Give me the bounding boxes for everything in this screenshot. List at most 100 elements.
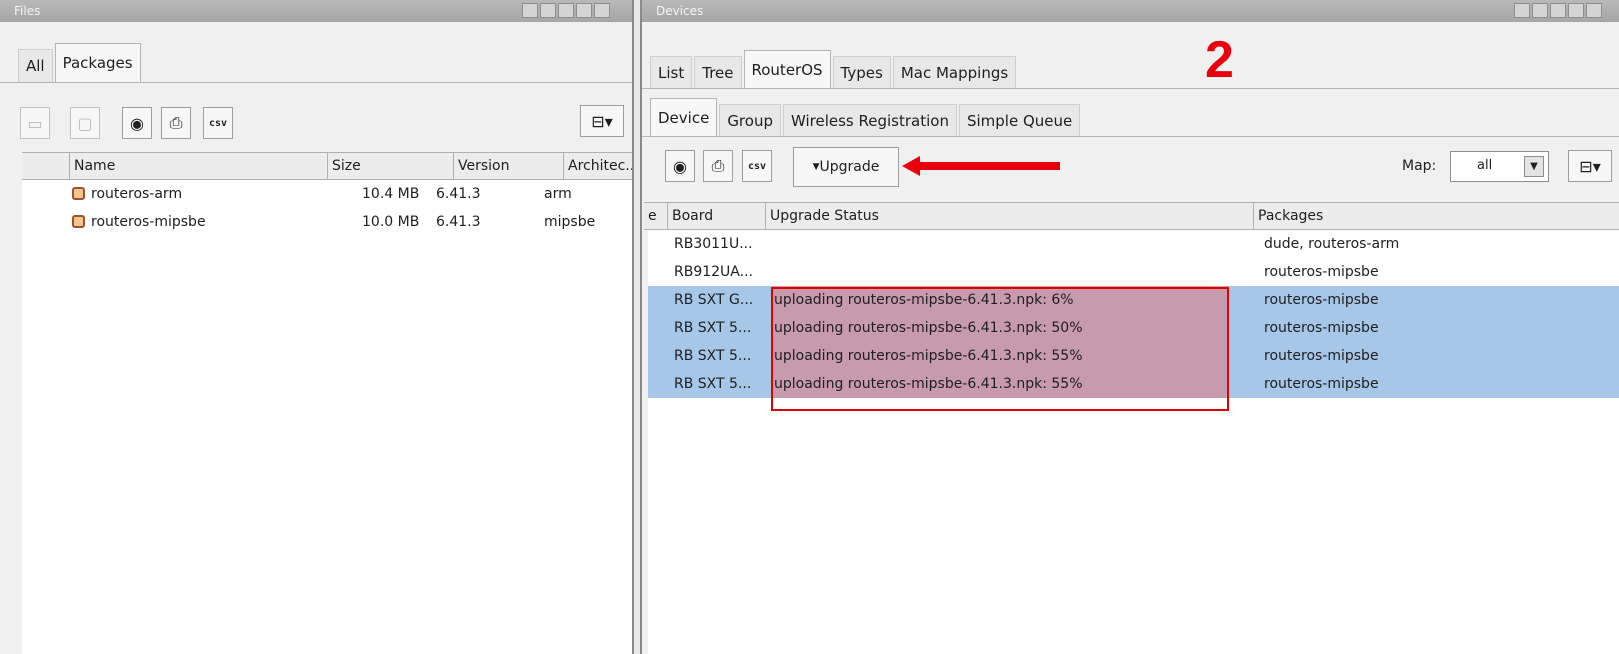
tile-icon[interactable] [1532,3,1548,18]
columns-menu-button[interactable]: ⊟▾ [1568,150,1612,182]
devices-subtabs: Device Group Wireless Registration Simpl… [650,98,1082,137]
map-label: Map: [1402,158,1437,174]
device-board: RB SXT 5... [674,376,752,392]
package-name: routeros-mipsbe [91,214,206,230]
column-header-size[interactable]: Size [328,153,454,179]
column-header-name[interactable]: Name [70,153,328,179]
csv-export-button[interactable]: csv [203,107,233,139]
files-titlebar[interactable]: Files [0,0,632,22]
files-panel: Files All Packages ▭ ▢ ◉ ⎙ csv ⊟▾ Name S… [0,0,634,654]
tab-all[interactable]: All [18,49,53,82]
minimize-icon[interactable] [576,3,592,18]
package-name: routeros-arm [91,186,183,202]
device-packages: routeros-mipsbe [1264,348,1379,364]
icon-column-header[interactable] [22,153,70,179]
package-arch: mipsbe [544,214,596,230]
files-tab-divider [0,82,632,83]
maximize-icon[interactable] [558,3,574,18]
device-packages: routeros-mipsbe [1264,264,1379,280]
find-button[interactable]: ◉ [665,150,695,182]
csv-label: csv [208,117,228,129]
find-button[interactable]: ◉ [122,107,152,139]
device-board: RB912UA... [674,264,753,280]
column-header-type[interactable]: e [644,203,668,229]
close-icon[interactable] [1586,3,1602,18]
package-size: 10.0 MB [362,214,420,230]
package-size: 10.4 MB [362,186,420,202]
package-icon [72,215,85,228]
devices-table-header: e Board Upgrade Status Packages [644,202,1619,230]
minus-icon: ▭ [27,113,43,133]
printer-icon: ⎙ [711,156,725,175]
print-button[interactable]: ⎙ [161,107,191,139]
map-select[interactable]: all ▼ [1450,151,1549,182]
table-row[interactable]: RB912UA... routeros-mipsbe [648,258,1619,286]
upgrade-label: Upgrade [819,159,880,175]
package-arch: arm [544,186,572,202]
restore-icon[interactable] [1514,3,1530,18]
print-button[interactable]: ⎙ [703,150,733,182]
column-header-packages[interactable]: Packages [1254,203,1619,229]
tile-icon[interactable] [540,3,556,18]
column-header-upgrade-status[interactable]: Upgrade Status [766,203,1254,229]
column-header-version[interactable]: Version [454,153,564,179]
files-table-header: Name Size Version Architec... [22,152,632,180]
dropdown-caret-icon: ▼ [812,162,820,172]
restore-icon[interactable] [522,3,538,18]
annotation-arrow-icon [902,156,1060,176]
tab-tree[interactable]: Tree [694,56,742,89]
columns-icon: ⊟▾ [591,111,613,131]
device-packages: routeros-mipsbe [1264,376,1379,392]
devices-subtab-divider [642,136,1619,137]
binoculars-icon: ◉ [673,156,687,176]
upgrade-button[interactable]: ▼Upgrade [793,147,899,187]
printer-icon: ⎙ [169,113,183,132]
subtab-wireless-registration[interactable]: Wireless Registration [782,104,957,137]
package-version: 6.41.3 [436,186,481,202]
devices-tabs: List Tree RouterOS Types Mac Mappings [650,50,1018,89]
tab-list[interactable]: List [650,56,693,89]
minimize-icon[interactable] [1568,3,1584,18]
map-select-value: all [1477,158,1493,173]
subtab-device[interactable]: Device [650,98,718,137]
device-packages: dude, routeros-arm [1264,236,1400,252]
devices-tab-divider [642,88,1619,89]
tab-types[interactable]: Types [832,56,891,89]
annotation-step-number: 2 [1205,31,1234,89]
device-board: RB3011U... [674,236,753,252]
device-board: RB SXT 5... [674,348,752,364]
table-row[interactable]: RB3011U... dude, routeros-arm [648,230,1619,258]
devices-title: Devices [656,4,704,18]
device-board: RB SXT G... [674,292,754,308]
devices-window-controls [1514,3,1602,18]
column-header-architecture[interactable]: Architec... [564,153,632,179]
note-icon: ▢ [77,113,93,133]
tab-routeros[interactable]: RouterOS [743,50,831,89]
device-packages: routeros-mipsbe [1264,320,1379,336]
files-title: Files [14,4,41,18]
device-packages: routeros-mipsbe [1264,292,1379,308]
maximize-icon[interactable] [1550,3,1566,18]
package-icon [72,187,85,200]
package-version: 6.41.3 [436,214,481,230]
column-header-board[interactable]: Board [668,203,766,229]
binoculars-icon: ◉ [130,113,144,133]
device-board: RB SXT 5... [674,320,752,336]
files-window-controls [522,3,610,18]
devices-titlebar[interactable]: Devices [642,0,1619,22]
tab-packages[interactable]: Packages [54,43,141,82]
columns-icon: ⊟▾ [1579,156,1601,176]
comment-button[interactable]: ▢ [70,107,100,139]
columns-menu-button[interactable]: ⊟▾ [580,105,624,137]
subtab-group[interactable]: Group [719,104,781,137]
chevron-down-icon[interactable]: ▼ [1524,156,1544,177]
close-icon[interactable] [594,3,610,18]
remove-button[interactable]: ▭ [20,107,50,139]
csv-label: csv [747,160,767,172]
table-row[interactable]: routeros-arm 10.4 MB 6.41.3 arm [22,180,632,208]
files-list: routeros-arm 10.4 MB 6.41.3 arm routeros… [22,180,632,654]
subtab-simple-queue[interactable]: Simple Queue [958,104,1081,137]
csv-export-button[interactable]: csv [742,150,772,182]
tab-mac-mappings[interactable]: Mac Mappings [892,56,1017,89]
table-row[interactable]: routeros-mipsbe 10.0 MB 6.41.3 mipsbe [22,208,632,236]
